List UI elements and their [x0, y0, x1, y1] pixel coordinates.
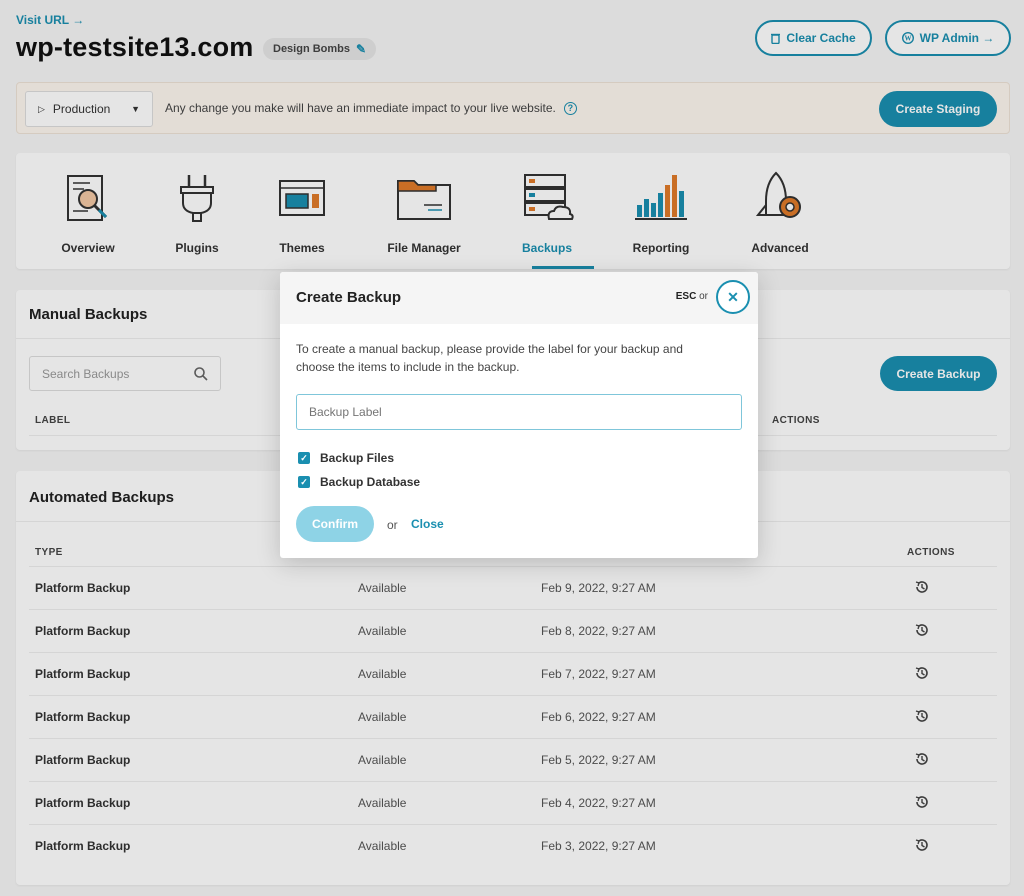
confirm-button[interactable]: Confirm — [296, 506, 374, 542]
option-label: Backup Files — [320, 451, 395, 465]
esc-key: ESC — [675, 291, 697, 302]
modal-title: Create Backup — [296, 289, 402, 306]
esc-or: or — [699, 291, 708, 302]
close-icon: ✕ — [727, 288, 739, 305]
backup-files-option[interactable]: ✓ Backup Files — [298, 451, 394, 465]
esc-hint: ESC or — [676, 291, 708, 302]
close-link[interactable]: Close — [411, 517, 444, 531]
or-text: or — [387, 518, 398, 532]
checkbox-checked-icon[interactable]: ✓ — [298, 476, 310, 488]
modal-header: Create Backup ESC or ✕ — [280, 272, 758, 324]
checkbox-checked-icon[interactable]: ✓ — [298, 452, 310, 464]
create-backup-modal: Create Backup ESC or ✕ To create a manua… — [280, 272, 758, 558]
option-label: Backup Database — [320, 475, 421, 489]
close-modal-button[interactable]: ✕ — [716, 280, 750, 314]
backup-label-input[interactable] — [296, 394, 742, 430]
modal-description: To create a manual backup, please provid… — [296, 342, 683, 374]
backup-database-option[interactable]: ✓ Backup Database — [298, 475, 420, 489]
